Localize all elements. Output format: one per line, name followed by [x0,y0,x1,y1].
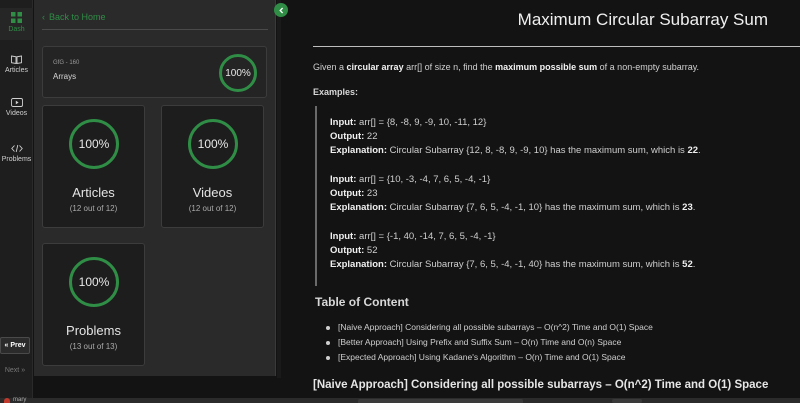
taskbar-label: mary [13,397,27,403]
problems-progress-ring: 100% [69,257,119,307]
chevron-left-icon: ‹ [42,12,45,22]
explanation-label: Explanation: [330,259,388,270]
problem-statement: Given a circular array arr[] of size n, … [313,62,699,72]
toc-item[interactable]: [Better Approach] Using Prefix and Suffi… [326,337,653,352]
course-card[interactable]: GfG - 160 Arrays 100% [42,46,267,98]
stat-subtitle: (13 out of 13) [69,342,118,351]
output-label: Output: [330,188,365,199]
toc-title: Table of Content [315,295,409,309]
output-value: 23 [364,188,378,199]
course-progress-ring: 100% [219,54,257,92]
article-title: Maximum Circular Subarray Sum [517,10,768,29]
next-button[interactable]: Next » [0,363,30,377]
input-value: arr[] = {10, -3, -4, 7, 6, 5, -4, -1} [356,174,491,185]
course-code: GfG - 160 [53,60,80,66]
output-label: Output: [330,131,365,142]
back-to-home-link[interactable]: ‹ Back to Home [42,12,106,22]
explanation-end: . [698,145,701,156]
rail-item-problems[interactable]: Problems [0,144,33,163]
rail-item-videos[interactable]: Videos [0,98,33,117]
app-icon[interactable] [4,398,10,403]
stat-card-problems[interactable]: 100% Problems (13 out of 13) [42,243,145,366]
code-icon [10,144,23,153]
answer-value: 52 [682,259,693,270]
collapse-panel-button[interactable] [274,3,288,17]
double-chevron-right-icon: » [21,366,26,374]
explanation-end: . [692,259,696,270]
prev-button[interactable]: « Prev [0,337,30,354]
rail-item-dash[interactable]: Dash [0,8,33,40]
articles-progress-ring: 100% [69,119,119,169]
output-label: Output: [330,245,365,256]
intro-text: arr[] of size n, find the [403,62,496,72]
rail-label-videos: Videos [5,110,28,117]
table-of-contents: [Naive Approach] Considering all possibl… [326,322,653,367]
explanation-text: Circular Subarray {7, 6, 5, -4, -1, 40} … [387,259,683,270]
intro-text: of a non-empty subarray. [597,62,700,72]
intro-text: Given a [313,62,347,72]
section-heading: [Naive Approach] Considering all possibl… [313,379,769,391]
input-value: arr[] = {-1, 40, -14, 7, 6, 5, -4, -1} [356,231,496,242]
taskbar-search[interactable] [358,399,523,403]
prev-label: Prev [10,342,26,349]
videos-progress-ring: 100% [188,119,238,169]
example-3: Input: arr[] = {-1, 40, -14, 7, 6, 5, -4… [330,230,695,272]
taskbar-button[interactable] [612,399,642,403]
explanation-text: Circular Subarray {12, 8, -8, 9, -9, 10}… [387,145,688,156]
course-name: Arrays [53,72,77,81]
explanation-label: Explanation: [330,202,388,213]
title-divider [313,46,800,47]
answer-value: 23 [682,202,693,213]
output-value: 22 [364,131,378,142]
double-chevron-left-icon: « [4,342,9,349]
stat-subtitle: (12 out of 12) [188,204,237,213]
next-label: Next [4,366,20,374]
rail-label-dash: Dash [8,26,25,33]
input-label: Input: [330,231,357,242]
stat-card-articles[interactable]: 100% Articles (12 out of 12) [42,105,145,228]
intro-bold: circular array [346,62,404,72]
answer-value: 22 [687,145,699,156]
toc-item[interactable]: [Expected Approach] Using Kadane's Algor… [326,352,653,367]
input-value: arr[] = {8, -8, 9, -9, 10, -11, 12} [356,117,487,128]
stat-title: Articles [72,185,115,200]
back-label: Back to Home [49,12,106,22]
article-content: Maximum Circular Subarray Sum Given a ci… [298,0,800,398]
rail-item-articles[interactable]: Articles [0,55,33,74]
book-icon [11,55,22,64]
example-2: Input: arr[] = {10, -3, -4, 7, 6, 5, -4,… [330,173,695,215]
stat-card-videos[interactable]: 100% Videos (12 out of 12) [161,105,264,228]
intro-bold: maximum possible sum [495,62,598,72]
progress-panel: ‹ Back to Home GfG - 160 Arrays 100% 100… [34,0,276,376]
examples-label: Examples: [313,87,359,97]
examples-block: Input: arr[] = {8, -8, 9, -9, 10, -11, 1… [315,106,795,286]
grid-icon [11,12,22,23]
stat-title: Videos [192,185,233,200]
stat-title: Problems [66,323,121,338]
stat-subtitle: (12 out of 12) [69,204,118,213]
explanation-text: Circular Subarray {7, 6, 5, -4, -1, 10} … [387,202,683,213]
output-value: 52 [364,245,378,256]
explanation-label: Explanation: [330,145,388,156]
panel-scrollbar[interactable] [277,0,281,378]
toc-item[interactable]: [Naive Approach] Considering all possibl… [326,322,653,337]
input-label: Input: [330,174,357,185]
panel-divider [42,29,268,30]
explanation-end: . [692,202,696,213]
example-1: Input: arr[] = {8, -8, 9, -9, 10, -11, 1… [330,116,701,158]
rail-label-articles: Articles [5,67,28,74]
rail-label-problems: Problems [1,156,32,163]
play-icon [10,98,23,107]
input-label: Input: [330,117,357,128]
chevron-left-icon [278,7,283,13]
